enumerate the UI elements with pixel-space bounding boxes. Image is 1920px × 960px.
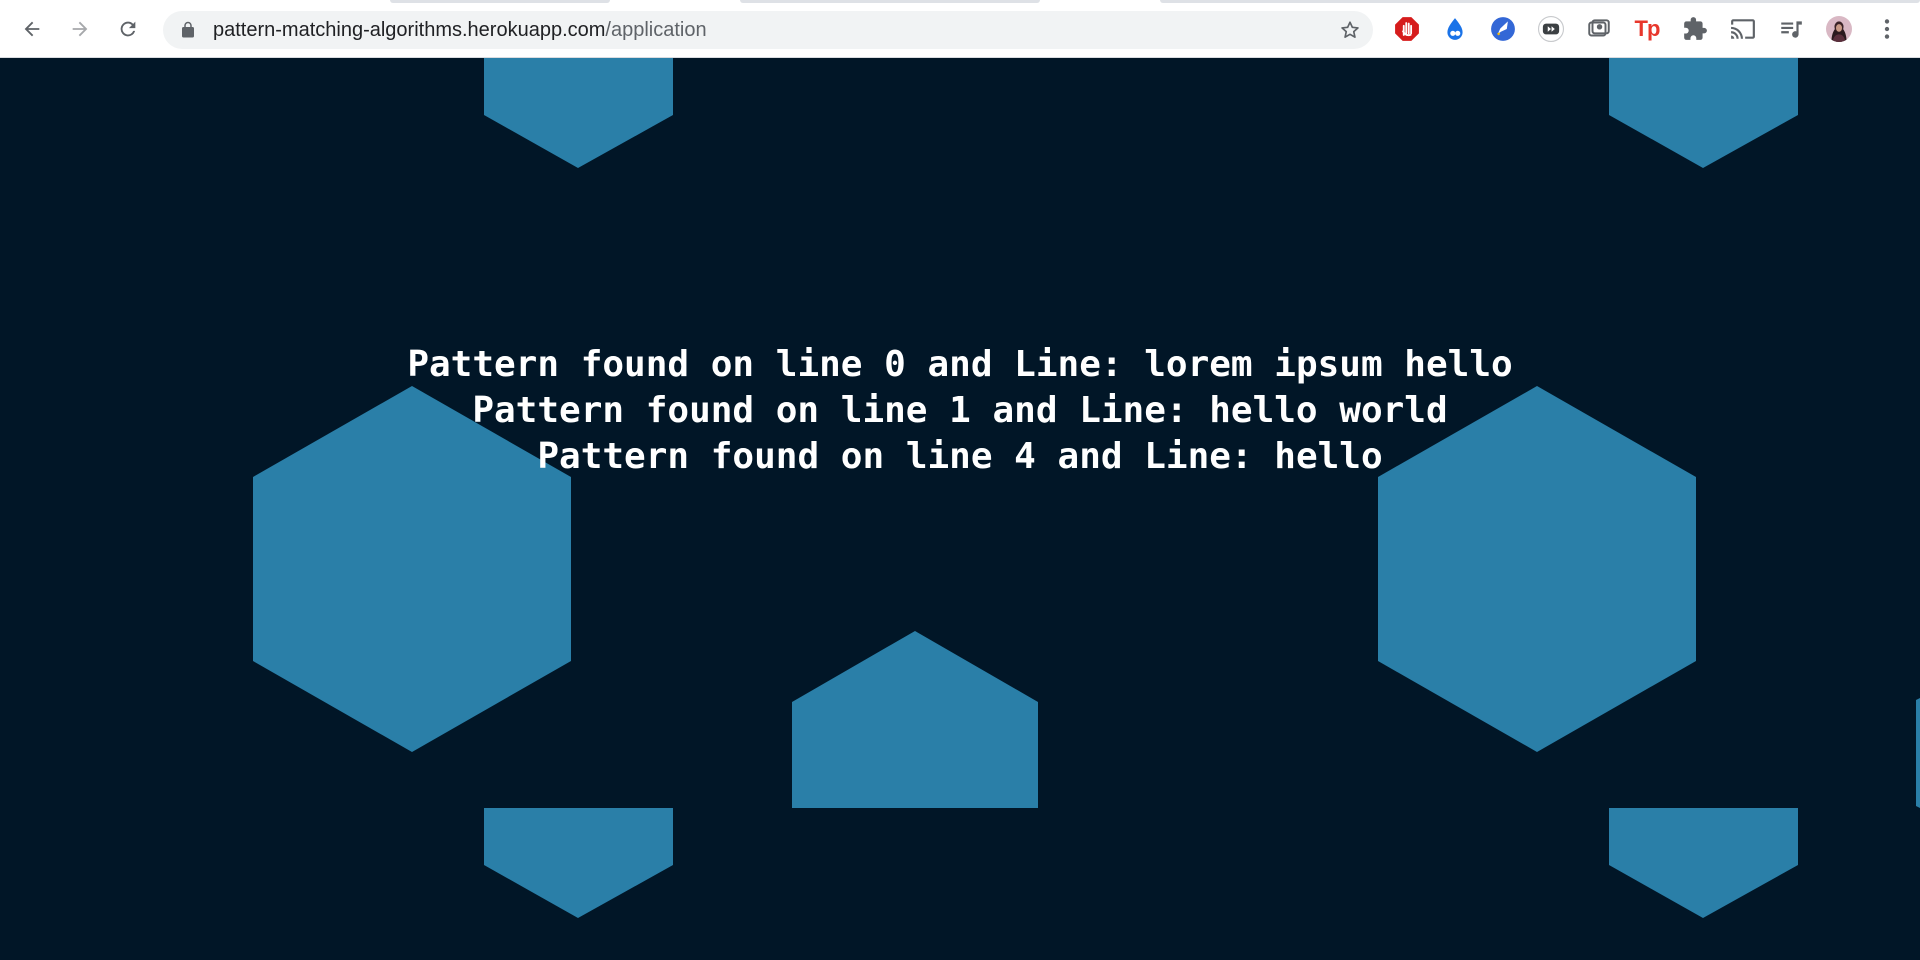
extensions-menu-button[interactable] [1680, 14, 1710, 44]
back-arrow-icon [24, 21, 40, 37]
kebab-menu-icon [1884, 19, 1890, 39]
url-text[interactable]: pattern-matching-algorithms.herokuapp.co… [213, 11, 707, 49]
cast-icon [1731, 19, 1755, 39]
forward-button[interactable] [62, 11, 98, 47]
screenshot-extension-icon [1588, 19, 1610, 37]
url-host: pattern-matching-algorithms.herokuapp.co… [213, 19, 606, 41]
bookmark-star-icon[interactable] [1339, 19, 1361, 41]
chrome-menu-button[interactable] [1872, 14, 1902, 44]
address-bar[interactable]: pattern-matching-algorithms.herokuapp.co… [163, 11, 1373, 49]
video-speed-extension-icon [1538, 16, 1564, 42]
hexagon-shape [484, 58, 673, 168]
hexagon-shape [792, 631, 1038, 808]
stop-hand-extension[interactable] [1392, 14, 1422, 44]
browser-toolbar: pattern-matching-algorithms.herokuapp.co… [0, 0, 1920, 58]
hexagon-background [253, 58, 1920, 918]
stop-hand-extension-icon [1395, 17, 1419, 41]
tp-extension[interactable]: Tp [1632, 14, 1662, 44]
video-speed-extension[interactable] [1536, 14, 1566, 44]
tab-strip-edge [1160, 0, 1920, 3]
puzzle-extensions-icon [1684, 17, 1707, 40]
tp-extension-label: Tp [1634, 16, 1661, 41]
pattern-results: Pattern found on line 0 and Line: lorem … [0, 342, 1920, 480]
result-line: Pattern found on line 4 and Line: hello [537, 436, 1383, 477]
rocket-extension-icon [1491, 17, 1515, 41]
media-playlist-icon [1781, 21, 1802, 38]
forward-arrow-icon [72, 21, 88, 37]
profile-avatar [1826, 16, 1852, 42]
hexagon-shape [1609, 58, 1798, 168]
tab-strip-edge [740, 0, 1040, 3]
result-line: Pattern found on line 0 and Line: lorem … [407, 344, 1513, 385]
reload-icon [120, 21, 136, 37]
cast-button[interactable] [1728, 14, 1758, 44]
screenshot-extension[interactable] [1584, 14, 1614, 44]
blue-drop-extension-icon [1447, 18, 1463, 40]
profile-button[interactable] [1824, 14, 1854, 44]
hexagon-shape [1916, 698, 1920, 808]
reload-button[interactable] [110, 11, 146, 47]
tab-strip-edge [390, 0, 610, 3]
page-content: Pattern found on line 0 and Line: lorem … [0, 58, 1920, 960]
media-controls-button[interactable] [1776, 14, 1806, 44]
hexagon-shape [1609, 808, 1798, 918]
lock-icon[interactable] [179, 21, 197, 39]
url-path: /application [605, 19, 707, 41]
back-button[interactable] [14, 11, 50, 47]
hexagon-shape [484, 808, 673, 918]
blue-drop-extension[interactable] [1440, 14, 1470, 44]
result-line: Pattern found on line 1 and Line: hello … [472, 390, 1448, 431]
rocket-extension[interactable] [1488, 14, 1518, 44]
